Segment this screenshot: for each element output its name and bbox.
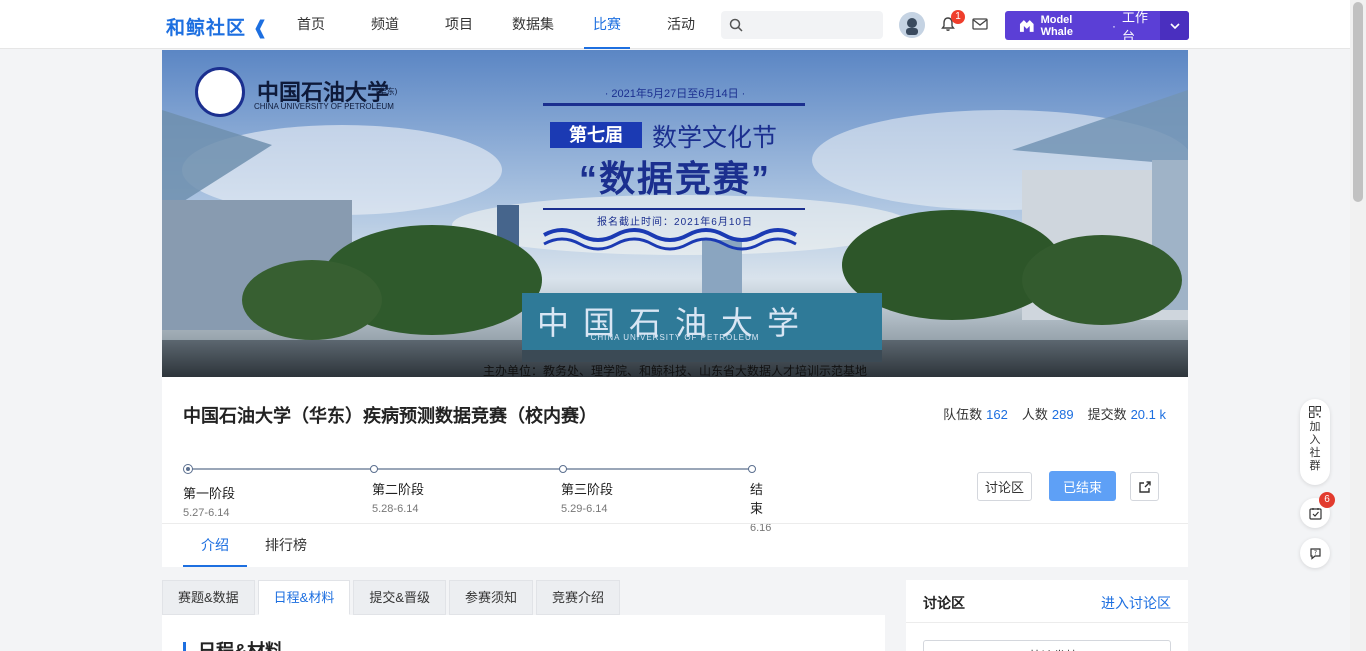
nav-events[interactable]: 活动 xyxy=(644,0,718,49)
stat-people-label: 人数 xyxy=(1021,407,1048,422)
timeline-line xyxy=(187,468,753,470)
banner-festival: 数学文化节 xyxy=(652,124,778,152)
enter-discussion-link[interactable]: 进入讨论区 xyxy=(1101,593,1171,613)
scrollbar-thumb[interactable] xyxy=(1353,2,1363,202)
stat-teams-label: 队伍数 xyxy=(943,407,983,422)
tab-leaderboard[interactable]: 排行榜 xyxy=(247,524,325,567)
stage-date: 5.29-6.14 xyxy=(561,503,608,515)
competition-info-card: 中国石油大学（华东）疾病预测数据竞赛（校内赛） 队伍数 162 人数 289 提交数… xyxy=(162,377,1188,567)
stage-label: 第二阶段 xyxy=(372,482,425,497)
user-avatar[interactable] xyxy=(899,12,925,38)
tab-competition-intro[interactable]: 竞赛介绍 xyxy=(536,580,621,615)
discussion-divider xyxy=(906,622,1188,623)
banner-school-english: CHINA UNIVERSITY OF PETROLEUM xyxy=(254,102,394,111)
banner-rule-top xyxy=(543,103,805,106)
tab-submission-promotion[interactable]: 提交&晋级 xyxy=(353,580,447,615)
stat-people-value: 289 xyxy=(1051,407,1074,422)
nav-competitions[interactable]: 比赛 xyxy=(570,0,644,49)
search-input[interactable] xyxy=(749,11,879,39)
task-count-badge: 6 xyxy=(1319,492,1335,508)
workbench-label: 工作台 xyxy=(1122,9,1149,44)
banner-date-range: · 2021年5月27日至6月14日 · xyxy=(604,88,746,100)
task-checklist-icon xyxy=(1308,507,1322,520)
svg-text:?: ? xyxy=(1313,549,1316,556)
tab-schedule-materials[interactable]: 日程&材料 xyxy=(257,580,351,615)
modelwhale-logo-icon xyxy=(1019,19,1034,32)
share-button[interactable] xyxy=(1130,472,1159,501)
timeline-dot xyxy=(559,465,567,473)
main-content-panel: 赛题&数据 日程&材料 提交&晋级 参赛须知 竞赛介绍 日程&材料 xyxy=(162,580,885,651)
site-logo[interactable]: 和鲸社区 ❰ xyxy=(166,13,269,40)
stat-teams: 队伍数 162 xyxy=(943,404,1008,423)
nav-datasets[interactable]: 数据集 xyxy=(496,0,570,49)
search-box xyxy=(721,11,883,39)
stage-2: 第二阶段 5.28-6.14 xyxy=(372,479,424,515)
workbench-dropdown-toggle[interactable] xyxy=(1160,11,1189,40)
stat-submissions-label: 提交数 xyxy=(1087,407,1127,422)
workbench-separator: · xyxy=(1112,18,1117,33)
content-section-tabs: 赛题&数据 日程&材料 提交&晋级 参赛须知 竞赛介绍 xyxy=(162,580,885,615)
tab-participant-notice[interactable]: 参赛须知 xyxy=(449,580,534,615)
banner-edition: 第七届 xyxy=(550,122,642,148)
stage-date: 5.27-6.14 xyxy=(183,507,230,519)
stage-label: 第一阶段 xyxy=(183,486,236,501)
competition-stats: 队伍数 162 人数 289 提交数 20.1 k xyxy=(943,404,1166,423)
section-heading: 日程&材料 xyxy=(183,642,283,651)
timeline-dot-current xyxy=(183,464,193,474)
banner-gate-sign-english: CHINA UNIVERSITY OF PETROLEUM xyxy=(590,333,760,342)
nav-projects[interactable]: 项目 xyxy=(422,0,496,49)
chevron-down-icon xyxy=(1169,22,1180,29)
competition-banner: 中国石油大学 (华东) CHINA UNIVERSITY OF PETROLEU… xyxy=(162,50,1188,377)
discussion-panel: 讨论区 进入讨论区 ✎ 快速发帖 xyxy=(906,580,1188,651)
stage-date: 5.28-6.14 xyxy=(372,503,419,515)
competition-tabs: 介绍 排行榜 xyxy=(183,524,325,567)
banner-organizer: 主办单位：教务处、理学院、和鲸科技、山东省大数据人才培训示范基地 xyxy=(482,364,867,377)
workbench-button[interactable]: Model Whale · 工作台 xyxy=(1005,10,1189,44)
share-icon xyxy=(1138,480,1151,493)
stage-label: 第三阶段 xyxy=(561,482,614,497)
notification-count-badge: 1 xyxy=(951,10,965,24)
help-widget[interactable]: ? xyxy=(1300,538,1330,568)
tab-intro[interactable]: 介绍 xyxy=(183,524,247,567)
stage-1: 第一阶段 5.27-6.14 xyxy=(183,483,235,519)
discussion-title: 讨论区 xyxy=(923,595,965,611)
stat-submissions-value: 20.1 k xyxy=(1130,407,1166,422)
stat-teams-value: 162 xyxy=(986,407,1008,422)
search-icon xyxy=(729,18,743,32)
join-community-label: 加入社群 xyxy=(1309,421,1321,472)
banner-title: “数据竞赛” xyxy=(578,158,771,199)
main-nav: 首页 频道 项目 数据集 比赛 活动 xyxy=(274,0,718,49)
stage-3: 第三阶段 5.29-6.14 xyxy=(561,479,613,515)
stat-submissions: 提交数 20.1 k xyxy=(1088,404,1166,423)
nav-channels[interactable]: 频道 xyxy=(348,0,422,49)
join-community-widget[interactable]: 加入社群 xyxy=(1300,399,1330,485)
stat-people: 人数 289 xyxy=(1022,404,1074,423)
workbench-brand: Model Whale xyxy=(1040,13,1073,38)
banner-deadline: 报名截止时间：2021年6月10日 xyxy=(597,217,753,228)
nav-home[interactable]: 首页 xyxy=(274,0,348,49)
qr-code-icon xyxy=(1309,406,1321,418)
mail-icon[interactable] xyxy=(972,17,988,31)
status-ended-button[interactable]: 已结束 xyxy=(1049,471,1116,501)
tab-problem-data[interactable]: 赛题&数据 xyxy=(162,580,255,615)
quick-post-button[interactable]: ✎ 快速发帖 xyxy=(923,640,1171,651)
competition-title: 中国石油大学（华东）疾病预测数据竞赛（校内赛） xyxy=(183,406,597,426)
stage-end: 结束 6.16 xyxy=(750,479,771,534)
banner-rule-bottom xyxy=(543,208,805,210)
top-navigation-bar: 和鲸社区 ❰ 首页 频道 项目 数据集 比赛 活动 1 Model Whale … xyxy=(0,0,1350,49)
stage-label: 结束 xyxy=(750,482,764,516)
discussion-button[interactable]: 讨论区 xyxy=(977,472,1032,501)
page-scrollbar[interactable] xyxy=(1350,0,1366,651)
help-chat-icon: ? xyxy=(1309,547,1321,560)
stage-timeline: 第一阶段 5.27-6.14 第二阶段 5.28-6.14 第三阶段 5.29-… xyxy=(183,463,771,534)
timeline-dot xyxy=(748,465,756,473)
timeline-dot xyxy=(370,465,378,473)
